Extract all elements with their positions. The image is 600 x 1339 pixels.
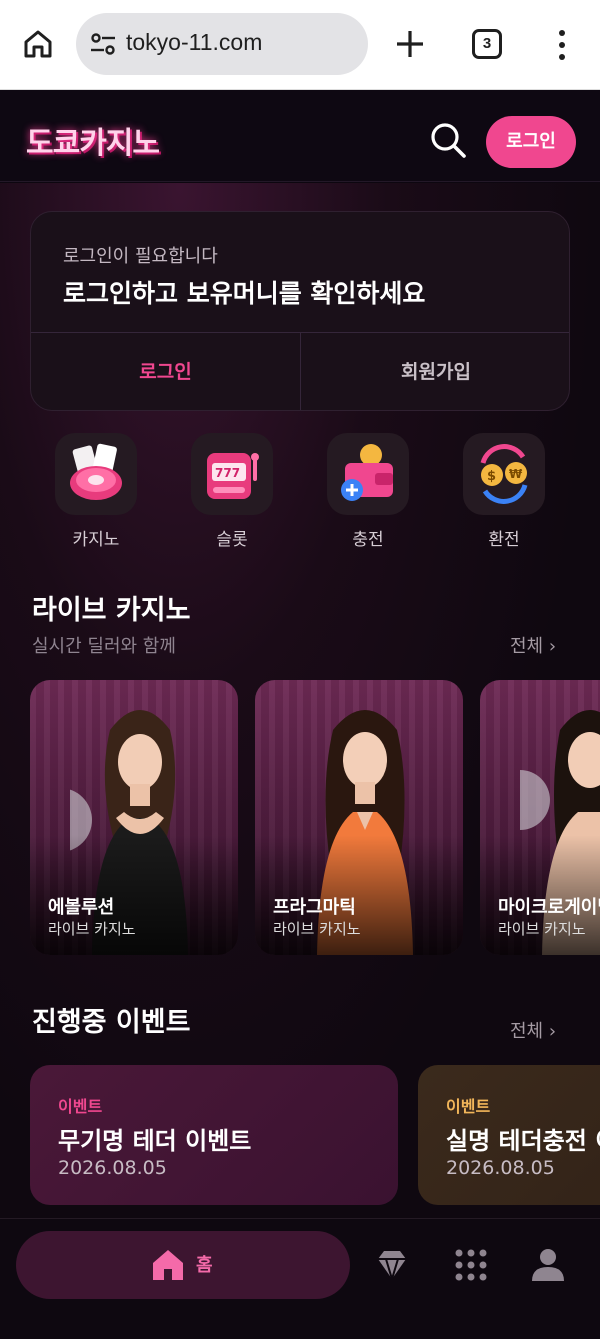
browser-toolbar: tokyo-11.com 3 — [0, 0, 600, 90]
main-content: 로그인이 필요합니다 로그인하고 보유머니를 확인하세요 로그인 회원가입 카지… — [0, 183, 600, 1218]
home-icon — [153, 1250, 183, 1280]
provider-name: 프라그마틱 — [273, 897, 356, 918]
events-see-all[interactable]: 전체 › — [510, 1017, 556, 1043]
site-header: 도쿄카지노 로그인 — [0, 90, 600, 182]
nav-home-label: 홈 — [196, 1255, 213, 1276]
tab-switcher-button[interactable]: 3 — [472, 29, 502, 59]
quick-menu-casino[interactable]: 카지노 — [55, 433, 137, 553]
site-logo[interactable]: 도쿄카지노 — [26, 118, 160, 162]
card-signup-button[interactable]: 회원가입 — [301, 333, 569, 410]
roulette-cards-icon — [55, 433, 137, 515]
event-date: 2026.08.05 — [446, 1157, 555, 1179]
live-casino-see-all[interactable]: 전체 › — [510, 632, 556, 658]
nav-home-button[interactable]: 홈 — [16, 1231, 350, 1299]
live-casino-card[interactable]: 마이크로게이밍 라이브 카지노 — [480, 680, 600, 955]
home-icon[interactable] — [22, 28, 54, 60]
quick-menu-label: 슬롯 — [216, 530, 248, 550]
quick-menu-label: 환전 — [488, 530, 520, 550]
live-casino-card[interactable]: 프라그마틱 라이브 카지노 — [255, 680, 463, 955]
quick-menu-deposit[interactable]: 충전 — [327, 433, 409, 553]
svg-text:777: 777 — [215, 466, 240, 480]
card-login-button[interactable]: 로그인 — [31, 333, 300, 410]
event-title: 무기명 테더 이벤트 — [58, 1127, 252, 1155]
address-bar[interactable]: tokyo-11.com — [76, 13, 368, 75]
quick-menu-slot[interactable]: 777 슬롯 — [191, 433, 273, 553]
provider-type: 라이브 카지노 — [498, 920, 586, 938]
search-icon[interactable] — [428, 120, 468, 160]
site-settings-icon[interactable] — [90, 33, 116, 55]
grid-icon[interactable] — [453, 1247, 489, 1283]
wallet-plus-icon — [327, 433, 409, 515]
svg-text:$: $ — [487, 469, 496, 484]
header-login-button[interactable]: 로그인 — [486, 116, 576, 168]
user-icon[interactable] — [530, 1247, 566, 1283]
event-card[interactable]: 이벤트 무기명 테더 이벤트 2026.08.05 — [30, 1065, 398, 1205]
quick-menu-label: 카지노 — [72, 530, 120, 550]
currency-exchange-icon: $ ₩ — [463, 433, 545, 515]
login-card-title: 로그인하고 보유머니를 확인하세요 — [63, 279, 426, 308]
live-casino-card[interactable]: 에볼루션 라이브 카지노 — [30, 680, 238, 955]
event-tag: 이벤트 — [58, 1097, 103, 1116]
event-card[interactable]: 이벤트 실명 테더충전 이벤트 2026.08.05 — [418, 1065, 600, 1205]
events-title: 진행중 이벤트 — [32, 1007, 191, 1038]
diamond-icon[interactable] — [374, 1247, 410, 1283]
quick-menu-withdraw[interactable]: $ ₩ 환전 — [463, 433, 545, 553]
event-date: 2026.08.05 — [58, 1157, 167, 1179]
slot-machine-icon: 777 — [191, 433, 273, 515]
more-menu-icon[interactable] — [552, 28, 572, 62]
event-title: 실명 테더충전 이벤트 — [446, 1127, 600, 1155]
provider-name: 마이크로게이밍 — [498, 897, 600, 918]
event-tag: 이벤트 — [446, 1097, 491, 1116]
provider-type: 라이브 카지노 — [48, 920, 136, 938]
provider-type: 라이브 카지노 — [273, 920, 361, 938]
url-text[interactable]: tokyo-11.com — [126, 29, 262, 56]
provider-name: 에볼루션 — [48, 897, 115, 918]
login-required-text: 로그인이 필요합니다 — [63, 246, 218, 267]
login-prompt-card: 로그인이 필요합니다 로그인하고 보유머니를 확인하세요 로그인 회원가입 — [30, 211, 570, 411]
live-casino-subtitle: 실시간 딜러와 함께 — [32, 636, 176, 657]
live-casino-title: 라이브 카지노 — [32, 595, 191, 626]
new-tab-icon[interactable] — [393, 27, 427, 61]
svg-text:₩: ₩ — [509, 467, 523, 481]
quick-menu-label: 충전 — [352, 530, 384, 550]
bottom-navigation: 홈 — [0, 1218, 600, 1339]
